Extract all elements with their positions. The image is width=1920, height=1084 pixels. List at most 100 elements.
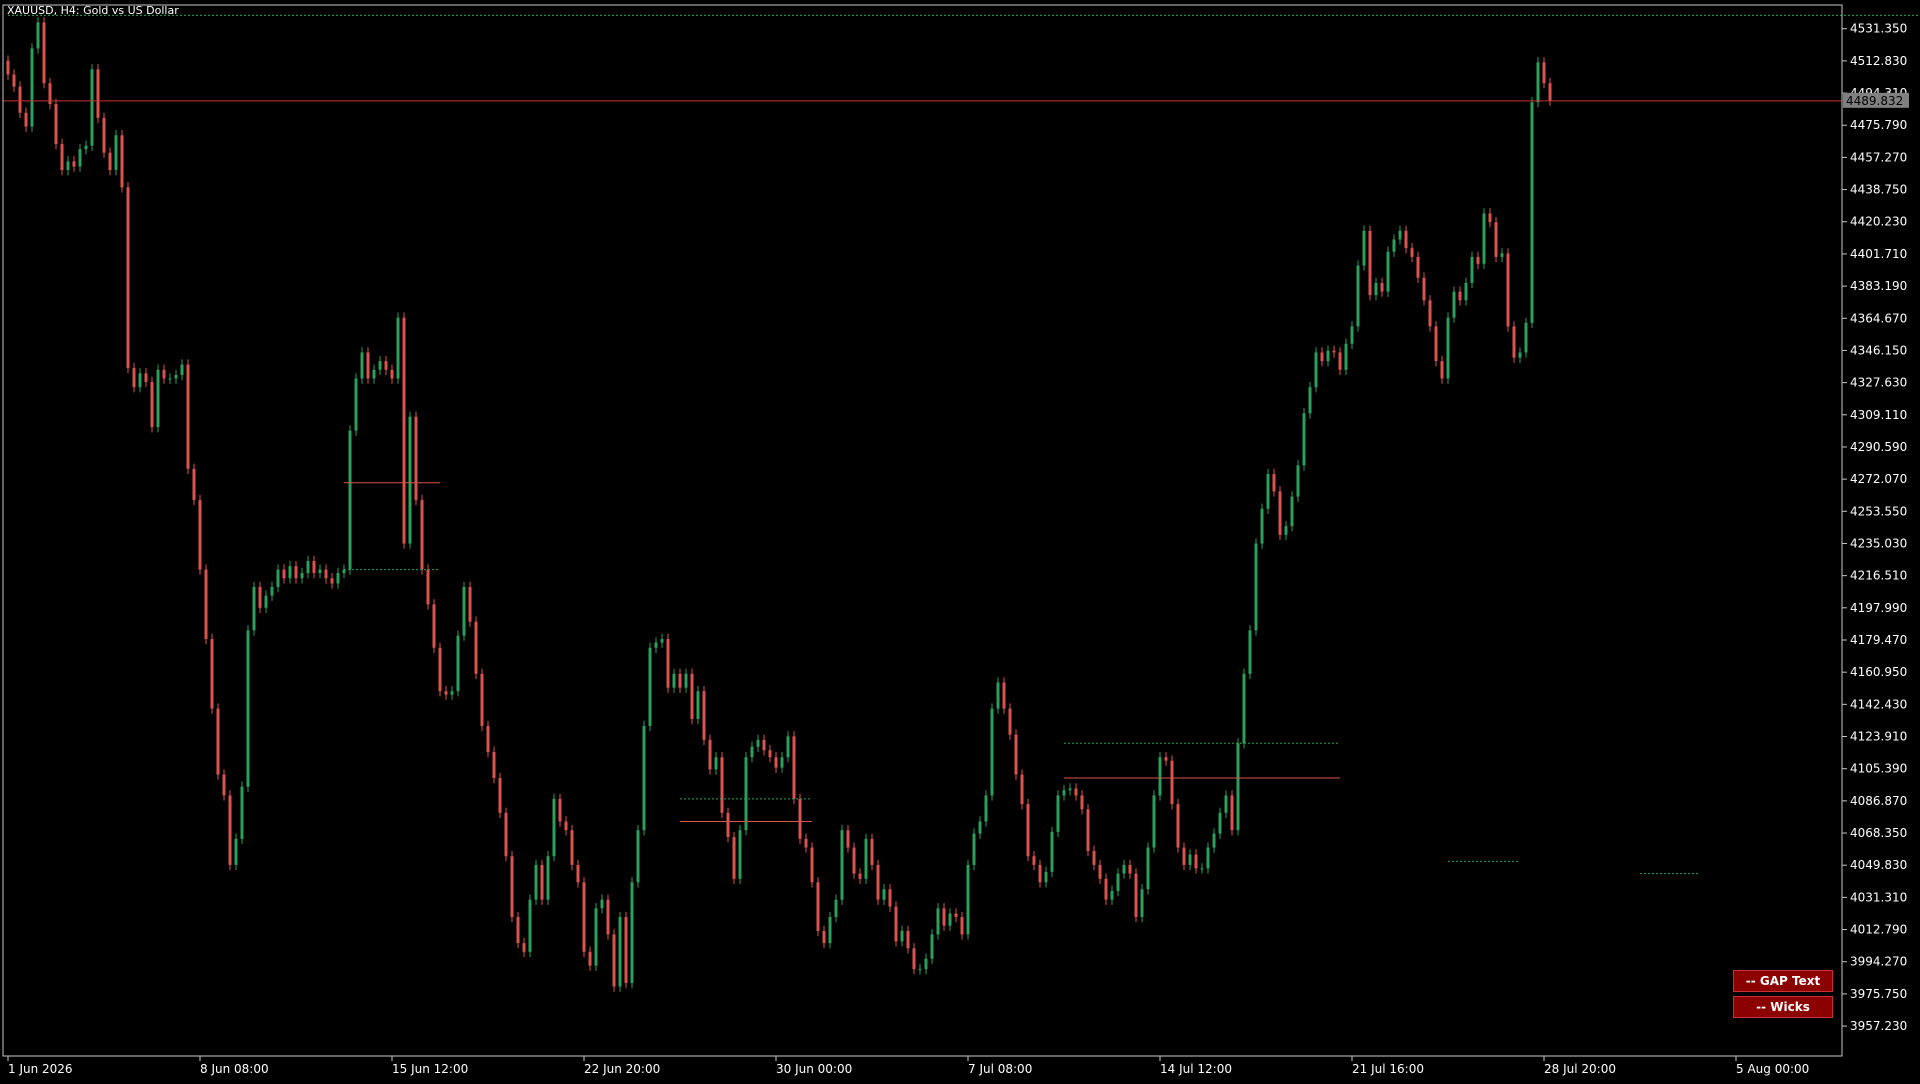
candle xyxy=(876,859,880,905)
candle xyxy=(798,793,802,845)
y-tick-label: 4457.270 xyxy=(1850,150,1907,164)
x-tick-label: 21 Jul 16:00 xyxy=(1352,1062,1424,1076)
candle-body xyxy=(654,642,658,648)
y-tick-label: 4401.710 xyxy=(1850,247,1907,261)
candle-body xyxy=(1380,282,1384,292)
candle xyxy=(1452,286,1456,323)
candle xyxy=(600,894,604,914)
candle-body xyxy=(42,22,46,84)
candle-body xyxy=(378,361,382,370)
candle-body xyxy=(180,364,184,376)
candle-body xyxy=(186,364,190,469)
candle xyxy=(156,364,160,433)
candle-body xyxy=(1254,543,1258,631)
candle-body xyxy=(522,943,526,952)
candle xyxy=(216,703,220,780)
candle xyxy=(1242,668,1246,749)
candle xyxy=(750,741,754,763)
candle-body xyxy=(1362,230,1366,266)
candle-body xyxy=(1008,708,1012,735)
candle xyxy=(678,668,682,693)
candle xyxy=(846,824,850,853)
candle xyxy=(1446,312,1450,384)
chart-area[interactable]: 4531.3504512.8304494.3104475.7904457.270… xyxy=(0,0,1920,1080)
candle xyxy=(318,564,322,579)
candle-body xyxy=(450,691,454,695)
candle xyxy=(1056,790,1060,838)
candle xyxy=(984,790,988,827)
candle xyxy=(414,411,418,506)
candle xyxy=(534,859,538,905)
candle xyxy=(12,69,16,92)
candle-body xyxy=(354,378,358,431)
y-tick-label: 4160.950 xyxy=(1850,665,1907,679)
candle-body xyxy=(468,586,472,622)
candle-body xyxy=(138,373,142,388)
candle xyxy=(756,734,760,752)
candlestick-chart[interactable]: 4531.3504512.8304494.3104475.7904457.270… xyxy=(0,0,1920,1080)
candle-body xyxy=(498,778,502,813)
candle-body xyxy=(696,691,700,719)
candle xyxy=(168,373,172,384)
candle-body xyxy=(1206,847,1210,869)
candle-body xyxy=(432,604,436,648)
candle xyxy=(1284,520,1288,541)
candle-body xyxy=(780,757,784,768)
candle-body xyxy=(534,864,538,900)
candle xyxy=(882,884,886,905)
candle xyxy=(930,929,934,964)
candle xyxy=(1320,347,1324,367)
candle-body xyxy=(156,369,160,428)
candle xyxy=(36,17,40,54)
y-tick-label: 4309.110 xyxy=(1850,408,1907,422)
candle-body xyxy=(390,369,394,379)
candle xyxy=(234,833,238,871)
candle xyxy=(1374,277,1378,301)
candle-body xyxy=(504,812,508,857)
candle xyxy=(408,411,412,549)
candle xyxy=(192,463,196,506)
candle-body xyxy=(1128,864,1132,874)
y-tick-label: 4012.790 xyxy=(1850,923,1907,937)
wicks-button[interactable]: -- Wicks xyxy=(1733,996,1833,1018)
candle-body xyxy=(1194,854,1198,869)
candle xyxy=(570,824,574,871)
candle-body xyxy=(624,917,628,984)
candle xyxy=(288,560,292,584)
candle xyxy=(126,182,130,374)
candle xyxy=(996,677,1000,714)
candle xyxy=(1146,842,1150,895)
candle xyxy=(384,355,388,376)
candle xyxy=(174,369,178,384)
candle-body xyxy=(1434,326,1438,362)
candle-body xyxy=(828,917,832,944)
candle xyxy=(660,633,664,648)
candle-body xyxy=(804,838,808,848)
candle-body xyxy=(702,691,706,740)
candle-body xyxy=(660,639,664,643)
gap-text-button[interactable]: -- GAP Text xyxy=(1733,970,1833,992)
y-tick-label: 4327.630 xyxy=(1850,376,1907,390)
y-tick-label: 4290.590 xyxy=(1850,440,1907,454)
candle-body xyxy=(372,369,376,379)
candle-body xyxy=(1464,282,1468,301)
candle xyxy=(1116,868,1120,897)
candle-body xyxy=(1224,795,1228,813)
candle xyxy=(162,364,166,384)
y-tick-label: 4531.350 xyxy=(1850,22,1907,36)
candle-body xyxy=(834,899,838,918)
candle-body xyxy=(324,569,328,579)
candle-body xyxy=(132,368,136,388)
candle xyxy=(1434,321,1438,367)
candle-body xyxy=(636,830,640,883)
candle xyxy=(1212,828,1216,853)
candle xyxy=(774,751,778,773)
candle xyxy=(1230,790,1234,836)
candle xyxy=(210,633,214,714)
candle xyxy=(630,877,634,989)
candle-body xyxy=(30,48,34,127)
candle xyxy=(1272,468,1276,497)
candle xyxy=(612,929,616,992)
candle-body xyxy=(1476,256,1480,264)
candle-body xyxy=(210,639,214,709)
